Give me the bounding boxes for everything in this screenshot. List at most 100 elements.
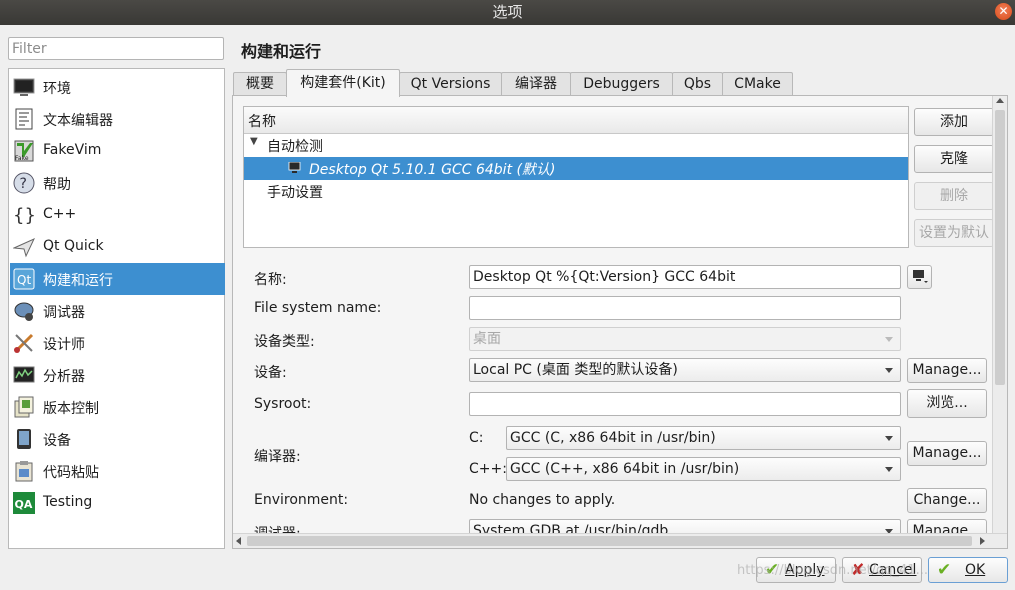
kit-icon-button[interactable] <box>907 265 932 289</box>
sidebar-item-label: 代码粘贴 <box>43 465 99 481</box>
device-combo[interactable]: Local PC (桌面 类型的默认设备) <box>469 358 901 382</box>
fakevim-icon: Fake <box>14 140 34 162</box>
compiler-label: 编译器: <box>254 449 301 465</box>
sidebar-item-version-control[interactable]: 版本控制 <box>10 391 225 423</box>
analyzer-icon <box>13 366 35 383</box>
sysroot-browse-button[interactable]: 浏览... <box>907 389 987 418</box>
tab-qt-versions[interactable]: Qt Versions <box>399 72 502 96</box>
kit-row-selected[interactable]: Desktop Qt 5.10.1 GCC 64bit (默认) <box>244 157 908 180</box>
c-compiler-combo[interactable]: GCC (C, x86 64bit in /usr/bin) <box>506 426 901 450</box>
svg-text:Fake: Fake <box>15 155 29 162</box>
sidebar-item-analyzer[interactable]: 分析器 <box>10 359 225 391</box>
watermark: https://blog.csdn.net/qq_41... <box>737 563 929 578</box>
scrollbar-thumb[interactable] <box>995 110 1005 385</box>
chevron-down-icon <box>885 337 893 342</box>
kit-group-manual[interactable]: 手动设置 <box>244 180 908 203</box>
cxx-compiler-label: C++: <box>469 461 507 477</box>
kit-tree[interactable]: 名称 ▼ 自动检测 Desktop Qt 5.10.1 GCC 64bit (默… <box>243 106 909 248</box>
tab-debuggers[interactable]: Debuggers <box>570 72 673 96</box>
sidebar-item-environment[interactable]: 环境 <box>10 71 225 103</box>
sidebar-item-code-paste[interactable]: 代码粘贴 <box>10 455 225 487</box>
sidebar-item-label: 设备 <box>43 433 71 449</box>
scroll-up-icon[interactable] <box>996 98 1004 103</box>
svg-text:Qt: Qt <box>17 273 31 287</box>
device-value: Local PC (桌面 类型的默认设备) <box>473 362 678 378</box>
chevron-down-icon <box>885 436 893 441</box>
tab-qbs[interactable]: Qbs <box>672 72 723 96</box>
chevron-down-icon <box>885 467 893 472</box>
svg-text:QA: QA <box>15 498 33 511</box>
name-label: 名称: <box>254 272 287 288</box>
sidebar-item-label: 版本控制 <box>43 401 99 417</box>
sidebar-item-testing[interactable]: QA Testing <box>10 487 225 519</box>
sidebar-item-label: C++ <box>43 206 77 222</box>
device-manage-button[interactable]: Manage... <box>907 358 987 383</box>
environment-change-button[interactable]: Change... <box>907 488 987 513</box>
expand-arrow-icon[interactable]: ▼ <box>250 136 258 147</box>
sysroot-field[interactable] <box>469 392 901 416</box>
sidebar-item-label: Qt Quick <box>43 238 104 254</box>
sidebar-item-qt-quick[interactable]: Qt Quick <box>10 231 225 263</box>
ok-button[interactable]: ✔ OK <box>928 557 1008 583</box>
horizontal-scrollbar[interactable] <box>233 533 1007 548</box>
kits-panel: 名称 ▼ 自动检测 Desktop Qt 5.10.1 GCC 64bit (默… <box>232 95 1008 549</box>
kit-group-label: 手动设置 <box>267 185 323 201</box>
sidebar-item-debugger[interactable]: 调试器 <box>10 295 225 327</box>
close-icon[interactable]: ✕ <box>995 3 1012 20</box>
tab-cmake[interactable]: CMake <box>722 72 793 96</box>
clipboard-icon <box>15 461 33 482</box>
page-title: 构建和运行 <box>241 42 322 61</box>
ok-label: OK <box>965 562 986 578</box>
kit-group-auto[interactable]: ▼ 自动检测 <box>244 134 908 157</box>
sidebar-item-label: 帮助 <box>43 177 71 193</box>
environment-value: No changes to apply. <box>469 492 616 508</box>
category-sidebar: 环境 文本编辑器 Fake FakeVim ? 帮助 {} C++ Qt Qui… <box>8 68 225 549</box>
sidebar-item-label: 分析器 <box>43 369 85 385</box>
sidebar-item-help[interactable]: ? 帮助 <box>10 167 225 199</box>
vertical-scrollbar[interactable] <box>992 96 1007 533</box>
brush-icon <box>14 333 34 353</box>
braces-icon: {} <box>13 205 35 226</box>
svg-text:{}: {} <box>13 205 35 226</box>
tab-kits[interactable]: 构建套件(Kit) <box>286 69 400 97</box>
sidebar-item-text-editor[interactable]: 文本编辑器 <box>10 103 225 135</box>
bug-icon <box>14 302 34 321</box>
scroll-left-icon[interactable] <box>236 537 241 545</box>
clone-kit-button[interactable]: 克隆 <box>914 145 994 173</box>
cxx-compiler-value: GCC (C++, x86 64bit in /usr/bin) <box>510 461 740 477</box>
scroll-right-icon[interactable] <box>980 537 985 545</box>
tab-compilers[interactable]: 编译器 <box>501 72 571 96</box>
desktop-icon <box>288 162 301 173</box>
sidebar-item-label: Testing <box>43 494 93 510</box>
checkmark-icon: ✔ <box>937 560 952 580</box>
sidebar-item-label: 调试器 <box>43 305 85 321</box>
help-icon: ? <box>13 172 35 194</box>
c-compiler-value: GCC (C, x86 64bit in /usr/bin) <box>510 430 716 446</box>
sidebar-item-build-run[interactable]: Qt 构建和运行 <box>10 263 225 295</box>
window-titlebar: 选项 ✕ <box>0 0 1015 25</box>
sidebar-item-devices[interactable]: 设备 <box>10 423 225 455</box>
device-type-value: 桌面 <box>473 331 501 347</box>
sidebar-item-label: 环境 <box>43 81 71 97</box>
kit-tree-header: 名称 <box>244 107 908 134</box>
kit-group-label: 自动检测 <box>267 139 323 155</box>
tab-overview[interactable]: 概要 <box>233 72 287 96</box>
fs-name-field[interactable] <box>469 296 901 320</box>
kit-name-field[interactable]: Desktop Qt %{Qt:Version} GCC 64bit <box>469 265 901 289</box>
sidebar-item-cpp[interactable]: {} C++ <box>10 199 225 231</box>
scrollbar-thumb[interactable] <box>247 536 972 546</box>
add-kit-button[interactable]: 添加 <box>914 108 994 136</box>
set-default-kit-button[interactable]: 设置为默认 <box>914 219 994 247</box>
sidebar-item-fakevim[interactable]: Fake FakeVim <box>10 135 225 167</box>
svg-text:?: ? <box>20 176 27 192</box>
device-label: 设备: <box>254 365 287 381</box>
remove-kit-button[interactable]: 删除 <box>914 182 994 210</box>
compiler-manage-button[interactable]: Manage... <box>907 441 987 466</box>
device-type-combo[interactable]: 桌面 <box>469 327 901 351</box>
filter-input[interactable] <box>8 37 224 60</box>
sidebar-item-designer[interactable]: 设计师 <box>10 327 225 359</box>
paper-plane-icon <box>13 238 35 258</box>
document-icon <box>15 108 33 130</box>
name-column-header: 名称 <box>248 114 276 130</box>
cxx-compiler-combo[interactable]: GCC (C++, x86 64bit in /usr/bin) <box>506 457 901 481</box>
